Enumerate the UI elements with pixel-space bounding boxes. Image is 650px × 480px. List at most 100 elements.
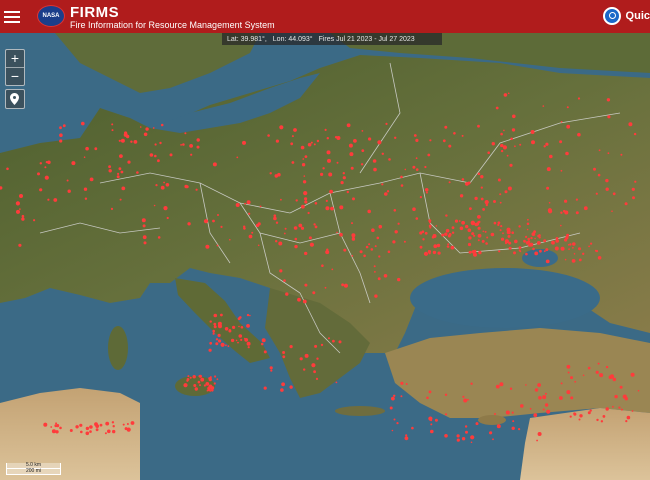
fire-point: [430, 423, 433, 426]
fire-point: [246, 200, 251, 205]
fire-point: [387, 250, 391, 254]
fire-point: [120, 170, 124, 174]
fire-point: [424, 165, 427, 169]
fire-point: [525, 235, 528, 238]
fire-point: [531, 140, 535, 145]
fire-point: [259, 205, 262, 208]
fire-point: [203, 219, 209, 224]
fire-point: [549, 154, 553, 159]
fire-point: [444, 413, 448, 416]
fire-point: [322, 167, 325, 170]
zoom-in-button[interactable]: +: [6, 50, 24, 67]
fire-point: [475, 222, 480, 226]
fire-point: [502, 232, 504, 235]
fire-point: [575, 211, 579, 215]
fire-point: [465, 224, 469, 229]
fire-point: [625, 420, 628, 423]
fire-point: [59, 133, 63, 137]
fire-point: [624, 202, 628, 206]
latitude-readout: Lat: 39.981°,: [227, 35, 267, 43]
fire-point: [120, 138, 125, 143]
zoom-out-button[interactable]: −: [6, 67, 24, 85]
fire-point: [560, 169, 563, 172]
fire-point: [542, 395, 547, 400]
fire-point: [193, 384, 197, 387]
fire-point: [304, 283, 308, 287]
fire-point: [526, 228, 529, 231]
fire-point: [510, 137, 513, 141]
menu-icon[interactable]: [4, 8, 20, 24]
fire-point: [267, 134, 270, 137]
fire-point: [117, 172, 120, 175]
fire-point: [206, 389, 209, 392]
fire-point: [182, 143, 185, 146]
fire-point: [471, 232, 475, 236]
fire-point: [456, 438, 460, 442]
fire-point: [16, 209, 20, 214]
fire-point: [308, 236, 312, 240]
fire-point: [59, 139, 63, 143]
fire-point: [445, 214, 448, 217]
fire-point: [314, 202, 318, 205]
fire-point: [340, 181, 344, 185]
fire-point: [85, 146, 89, 151]
search-icon[interactable]: [602, 7, 621, 25]
fire-point: [232, 325, 236, 329]
app-title: FIRMS: [70, 4, 120, 21]
fire-point: [447, 243, 450, 246]
fire-map[interactable]: [0, 33, 650, 480]
crete-land: [335, 406, 385, 416]
fire-point: [314, 225, 318, 229]
fire-point: [529, 407, 532, 410]
fire-point: [143, 241, 147, 245]
fire-point: [587, 411, 591, 415]
fire-point: [360, 163, 364, 166]
fire-point: [187, 222, 191, 226]
fire-point: [303, 175, 306, 177]
fire-point: [350, 166, 354, 170]
fire-point: [448, 233, 452, 236]
fire-point: [518, 246, 522, 250]
fire-point: [216, 244, 219, 247]
fire-point: [257, 244, 260, 247]
fire-point: [294, 237, 298, 241]
locate-button[interactable]: [5, 89, 25, 109]
app-subtitle: Fire Information for Resource Management…: [70, 20, 275, 30]
fire-point: [429, 226, 432, 229]
quick-search-button[interactable]: Quic: [602, 6, 650, 26]
fire-point: [363, 254, 366, 258]
fire-point: [205, 244, 210, 249]
fire-point: [432, 250, 437, 255]
fire-point: [400, 395, 403, 398]
fire-point: [490, 232, 495, 237]
fire-point: [291, 135, 294, 138]
fire-point: [126, 423, 129, 425]
fire-point: [160, 185, 165, 190]
fire-point: [404, 168, 407, 171]
fire-point: [497, 223, 500, 226]
fire-point: [415, 168, 419, 171]
fire-point: [263, 350, 267, 354]
fire-point: [107, 429, 111, 434]
fire-point: [446, 233, 448, 235]
fire-point: [155, 184, 158, 187]
fire-point: [377, 140, 382, 145]
fire-point: [118, 167, 122, 171]
fire-point: [343, 248, 347, 252]
fire-point: [332, 339, 335, 343]
fire-point: [513, 251, 516, 255]
fire-point: [157, 236, 161, 239]
fire-point: [451, 231, 455, 234]
fire-point: [465, 430, 468, 434]
fire-point: [119, 198, 122, 201]
fire-point: [570, 396, 574, 400]
fire-point: [424, 188, 429, 192]
fire-point: [484, 230, 487, 233]
fire-point: [544, 392, 547, 395]
fire-point: [19, 194, 23, 198]
fire-point: [427, 153, 431, 157]
fire-point: [243, 225, 246, 228]
fire-point: [573, 253, 576, 255]
fire-point: [536, 439, 538, 442]
fire-point: [130, 421, 135, 425]
